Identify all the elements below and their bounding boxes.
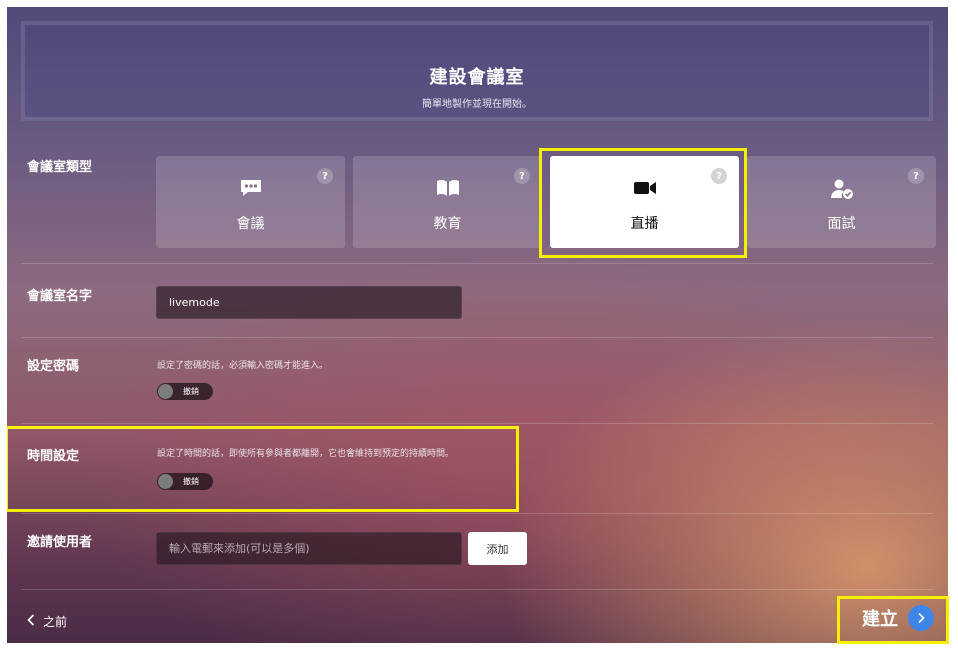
room-type-label: 會議室類型 bbox=[27, 160, 93, 175]
room-type-card-interview[interactable]: ? 面試 bbox=[747, 156, 936, 248]
time-setting-toggle[interactable]: 撤銷 bbox=[157, 473, 213, 490]
page-subtitle: 簡單地製作並現在開始。 bbox=[422, 99, 532, 110]
invite-email-input[interactable] bbox=[156, 532, 462, 565]
create-label: 建立 bbox=[862, 609, 898, 630]
user-check-icon bbox=[747, 178, 936, 200]
back-label: 之前 bbox=[43, 615, 68, 629]
open-book-icon bbox=[353, 178, 542, 198]
page-title: 建設會議室 bbox=[429, 67, 525, 88]
chevron-left-icon bbox=[27, 614, 35, 629]
room-name-input[interactable] bbox=[156, 286, 462, 319]
divider bbox=[21, 513, 933, 514]
room-type-label-interview: 面試 bbox=[827, 216, 856, 232]
toggle-knob bbox=[158, 474, 173, 489]
toggle-text: 撤銷 bbox=[183, 477, 199, 486]
invite-label: 邀請使用者 bbox=[27, 535, 93, 550]
time-setting-hint: 設定了時間的話，即使所有參與者都離開，它也會維持到预定的持續時間。 bbox=[157, 449, 455, 459]
chat-bubble-icon bbox=[156, 178, 345, 198]
room-type-card-live[interactable]: ? 直播 bbox=[550, 156, 739, 248]
password-hint: 設定了密碼的話，必須輸入密碼才能進入。 bbox=[157, 361, 329, 371]
add-invite-button[interactable]: 添加 bbox=[468, 532, 527, 565]
room-type-label-live: 直播 bbox=[630, 216, 659, 232]
password-label: 設定密碼 bbox=[27, 359, 80, 374]
divider bbox=[21, 263, 933, 264]
room-type-card-meeting[interactable]: ? 會議 bbox=[156, 156, 345, 248]
password-toggle[interactable]: 撤銷 bbox=[157, 383, 213, 400]
room-type-label-education: 教育 bbox=[433, 216, 462, 232]
video-camera-icon bbox=[550, 178, 739, 198]
divider bbox=[21, 337, 933, 338]
divider bbox=[21, 423, 933, 424]
create-room-panel: 建設會議室 簡單地製作並現在開始。 會議室類型 ? 會議 ? 教育 ? 直播 ?… bbox=[7, 7, 948, 643]
chevron-right-icon bbox=[908, 605, 934, 631]
create-room-button[interactable]: 建立 bbox=[862, 605, 934, 631]
divider bbox=[21, 589, 933, 590]
time-setting-label: 時間設定 bbox=[27, 449, 80, 464]
room-type-card-education[interactable]: ? 教育 bbox=[353, 156, 542, 248]
header-banner: 建設會議室 簡單地製作並現在開始。 bbox=[21, 21, 933, 121]
room-name-label: 會議室名字 bbox=[27, 289, 93, 304]
room-type-label-meeting: 會議 bbox=[236, 216, 265, 232]
back-button[interactable]: 之前 bbox=[27, 613, 67, 630]
toggle-text: 撤銷 bbox=[183, 387, 199, 396]
toggle-knob bbox=[158, 384, 173, 399]
highlight-time-setting bbox=[7, 426, 519, 512]
